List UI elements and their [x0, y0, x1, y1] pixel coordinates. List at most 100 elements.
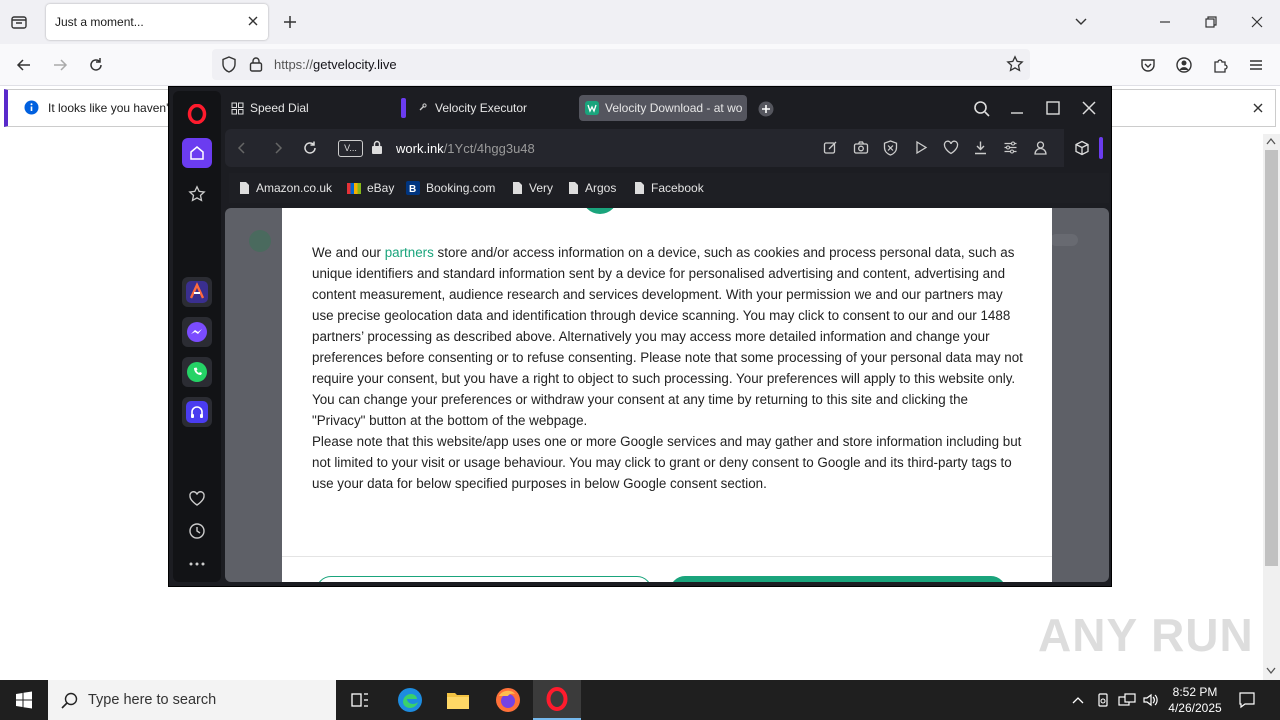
opera-reload-icon[interactable] — [302, 140, 318, 156]
extensions-cube-icon[interactable] — [1074, 140, 1090, 156]
tab-speed-dial[interactable]: Speed Dial — [229, 95, 389, 121]
workink-favicon-icon — [585, 101, 599, 115]
player-play-icon[interactable] — [914, 140, 928, 155]
edge-icon[interactable] — [386, 680, 434, 720]
opera-minimize-icon[interactable] — [1009, 100, 1025, 116]
extensions-area — [1064, 129, 1108, 167]
history-clock-icon[interactable] — [182, 516, 212, 546]
bookmark-label: eBay — [367, 181, 395, 195]
info-icon — [24, 100, 39, 115]
menu-hamburger-icon[interactable] — [1247, 56, 1265, 74]
bookmark-amazon[interactable]: Amazon.co.uk — [239, 181, 332, 195]
bookmark-booking[interactable]: B Booking.com — [406, 181, 495, 195]
opera-padlock-icon[interactable] — [371, 140, 383, 155]
consent-text-start: We and our — [312, 245, 385, 260]
bookmark-facebook[interactable]: Facebook — [634, 181, 704, 195]
add-tab-icon[interactable] — [758, 101, 774, 117]
tracking-shield-icon[interactable] — [221, 56, 237, 73]
easy-setup-icon[interactable] — [1003, 140, 1018, 155]
scroll-down-arrow-icon[interactable] — [1266, 667, 1276, 675]
star-icon[interactable] — [182, 179, 212, 209]
consent-button[interactable] — [670, 576, 1006, 582]
extensions-icon[interactable] — [1211, 56, 1229, 74]
forward-arrow-icon[interactable] — [51, 56, 69, 74]
opera-url-text[interactable]: work.ink/1Yct/4hgg3u48 — [396, 141, 535, 156]
download-icon[interactable] — [973, 140, 988, 155]
tray-chevron-up-icon[interactable] — [1071, 693, 1085, 707]
snapshot-camera-icon[interactable] — [853, 140, 869, 155]
opera-maximize-icon[interactable] — [1045, 100, 1061, 116]
volume-icon[interactable] — [1142, 692, 1160, 708]
opera-back-icon[interactable] — [235, 141, 249, 155]
opera-close-icon[interactable] — [1081, 100, 1097, 116]
adblock-shield-icon[interactable] — [883, 140, 898, 156]
restore-window-icon[interactable] — [1203, 14, 1219, 30]
bookmark-star-icon[interactable] — [1006, 55, 1024, 73]
opera-forward-icon[interactable] — [271, 141, 285, 155]
aria-icon[interactable] — [182, 277, 212, 307]
vpn-badge[interactable]: V... — [338, 140, 363, 157]
minimize-window-icon[interactable] — [1157, 14, 1173, 30]
partners-link[interactable]: partners — [385, 245, 434, 260]
search-tabs-icon[interactable] — [973, 100, 991, 118]
tray-device-icon[interactable] — [1095, 692, 1111, 708]
browser-tab-active[interactable]: Just a moment... — [46, 4, 268, 40]
network-icon[interactable] — [1118, 692, 1136, 708]
reload-icon[interactable] — [87, 56, 105, 74]
back-arrow-icon[interactable] — [15, 56, 33, 74]
url-bar[interactable]: https://getvelocity.live — [212, 49, 1030, 80]
account-icon[interactable] — [1175, 56, 1193, 74]
manage-options-button[interactable] — [316, 576, 652, 582]
add-to-flow-heart-icon[interactable] — [943, 140, 959, 155]
messenger-icon[interactable] — [182, 317, 212, 347]
bookmark-ebay[interactable]: eBay — [347, 181, 394, 195]
file-explorer-icon[interactable] — [434, 680, 482, 720]
booking-favicon-icon: B — [406, 181, 420, 195]
taskbar-clock[interactable]: 8:52 PM 4/26/2025 — [1162, 684, 1228, 716]
bookmark-argos[interactable]: Argos — [568, 181, 616, 195]
bookmark-label: Argos — [585, 181, 617, 195]
consent-logo-icon — [582, 208, 618, 214]
my-flow-heart-icon[interactable] — [182, 484, 212, 514]
tab-velocity-download-active[interactable]: Velocity Download - at wo — [579, 95, 747, 121]
windows-taskbar: Type here to search 8:52 PM 4/26/2025 — [0, 680, 1280, 720]
close-window-icon[interactable] — [1249, 14, 1265, 30]
task-view-icon[interactable] — [336, 680, 384, 720]
more-dots-icon[interactable] — [182, 549, 212, 579]
bookmark-label: Amazon.co.uk — [256, 181, 333, 195]
close-notification-icon[interactable] — [1251, 101, 1265, 115]
padlock-icon[interactable] — [249, 56, 263, 73]
windows-start-icon[interactable] — [0, 680, 48, 720]
pocket-icon[interactable] — [1139, 56, 1157, 74]
music-player-icon[interactable] — [182, 397, 212, 427]
bookmark-label: Booking.com — [426, 181, 496, 195]
tab-overview-icon[interactable] — [10, 13, 28, 31]
opera-taskbar-icon[interactable] — [533, 680, 581, 720]
tab-island-marker — [401, 98, 406, 118]
document-icon — [634, 181, 645, 195]
bookmark-very[interactable]: Very — [512, 181, 553, 195]
notifications-icon[interactable] — [1238, 691, 1256, 709]
tab-title: Just a moment... — [55, 15, 144, 29]
tab-velocity-executor[interactable]: Velocity Executor — [401, 95, 571, 121]
tab-label: Speed Dial — [250, 101, 309, 115]
close-tab-icon[interactable] — [246, 14, 260, 28]
home-icon[interactable] — [182, 138, 212, 168]
url-host: getvelocity.live — [313, 57, 397, 72]
bookmark-label: Facebook — [651, 181, 704, 195]
bookmark-label: Very — [529, 181, 554, 195]
firefox-icon[interactable] — [484, 680, 532, 720]
list-tabs-chevron-icon[interactable] — [1073, 13, 1089, 29]
background-logo-icon — [249, 230, 271, 252]
whatsapp-icon[interactable] — [182, 357, 212, 387]
opera-logo-icon[interactable] — [182, 99, 212, 129]
firefox-tab-bar: Just a moment... — [0, 0, 1280, 44]
tab-label: Velocity Download - at wo — [605, 101, 743, 115]
url-scheme: https:// — [274, 57, 314, 72]
profile-icon[interactable] — [1033, 140, 1048, 155]
edit-pencil-icon[interactable] — [823, 140, 838, 155]
scroll-up-arrow-icon[interactable] — [1266, 137, 1276, 145]
taskbar-search-box[interactable]: Type here to search — [48, 680, 336, 720]
scrollbar-thumb[interactable] — [1265, 150, 1278, 566]
new-tab-button[interactable] — [281, 13, 299, 31]
